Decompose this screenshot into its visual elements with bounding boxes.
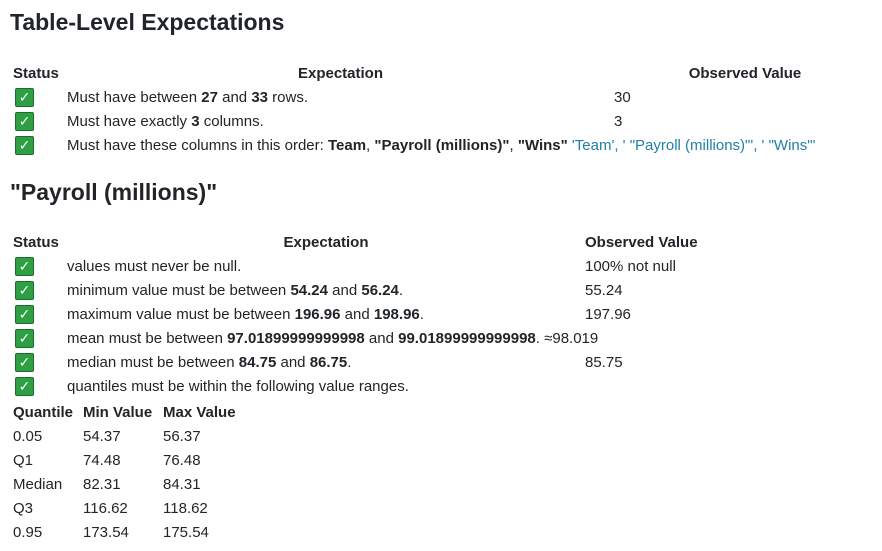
table-row: 0.05 54.37 56.37 [13,424,247,448]
table-row: Median 82.31 84.31 [13,472,247,496]
quantile-ranges-table: Quantile Min Value Max Value 0.05 54.37 … [13,400,247,544]
min-value-cell: 74.48 [83,451,121,469]
observed-value-header: Observed Value [585,233,698,251]
observed-value: 3 [614,112,623,130]
min-value-cell: 173.54 [83,523,129,541]
checkmark-icon: ✓ [15,87,34,107]
table-row: ✓ minimum value must be between 54.24 an… [13,278,785,302]
checkmark-icon: ✓ [15,280,34,300]
section-title-payroll: "Payroll (millions)" [10,179,218,205]
expectation-text: Must have these columns in this order: T… [67,136,816,154]
quantile-header: Quantile [13,403,74,421]
min-value-cell: 54.37 [83,427,121,445]
expectation-text: quantiles must be within the following v… [67,377,409,395]
section-title-table-level: Table-Level Expectations [10,9,285,35]
observed-value: 85.75 [585,353,623,371]
quantile-cell: Q3 [13,499,34,517]
table-row: Q1 74.48 76.48 [13,448,247,472]
table-header-row: Quantile Min Value Max Value [13,400,247,424]
max-value-cell: 175.54 [163,523,209,541]
max-value-cell: 76.48 [163,451,201,469]
checkmark-icon: ✓ [15,376,34,396]
observed-columns-list: 'Team', ' "Payroll (millions)"', ' "Wins… [567,136,816,154]
checkmark-icon: ✓ [15,328,34,348]
expectation-text: maximum value must be between 196.96 and… [67,305,424,323]
expectation-text: minimum value must be between 54.24 and … [67,281,404,299]
table-row: ✓ mean must be between 97.01899999999998… [13,326,785,350]
observed-value: 197.96 [585,305,631,323]
quantile-cell: Q1 [13,451,34,469]
expectation-header: Expectation [283,233,369,251]
max-value-cell: 84.31 [163,475,201,493]
max-value-cell: 56.37 [163,427,201,445]
min-value-cell: 82.31 [83,475,121,493]
payroll-expectations-table: Status Expectation Observed Value ✓ valu… [13,230,785,398]
observed-value: ≈98.019 [539,329,599,347]
expectation-text: values must never be null. [67,257,242,275]
table-row: 0.95 173.54 175.54 [13,520,247,544]
expectation-header: Expectation [297,64,384,82]
status-header: Status [13,233,59,251]
table-row: Q3 116.62 118.62 [13,496,247,520]
min-value-cell: 116.62 [83,499,128,517]
max-value-cell: 118.62 [163,499,208,517]
table-row: ✓ Must have exactly 3 columns. 3 [13,109,876,133]
table-header-row: Status Expectation Observed Value [13,230,785,254]
table-header-row: Status Expectation Observed Value [13,61,876,85]
table-row: ✓ Must have between 27 and 33 rows. 30 [13,85,876,109]
expectation-text: Must have between 27 and 33 rows. [67,88,309,106]
checkmark-icon: ✓ [15,135,34,155]
observed-value-header: Observed Value [688,64,802,82]
table-row: ✓ quantiles must be within the following… [13,374,785,398]
checkmark-icon: ✓ [15,256,34,276]
table-row: ✓ Must have these columns in this order:… [13,133,876,157]
status-header: Status [13,64,59,82]
checkmark-icon: ✓ [15,352,34,372]
table-row: ✓ maximum value must be between 196.96 a… [13,302,785,326]
table-row: ✓ median must be between 84.75 and 86.75… [13,350,785,374]
max-value-header: Max Value [163,403,236,421]
observed-value: 55.24 [585,281,623,299]
observed-value: 100% not null [585,257,676,275]
quantile-cell: 0.95 [13,523,43,541]
checkmark-icon: ✓ [15,304,34,324]
table-level-expectations-table: Status Expectation Observed Value ✓ Must… [13,61,876,157]
table-row: ✓ values must never be null. 100% not nu… [13,254,785,278]
min-value-header: Min Value [83,403,153,421]
expectation-text: mean must be between 97.01899999999998 a… [67,329,599,347]
checkmark-icon: ✓ [15,111,34,131]
expectation-text: median must be between 84.75 and 86.75. [67,353,352,371]
observed-value: 30 [614,88,631,106]
expectation-text: Must have exactly 3 columns. [67,112,264,130]
quantile-cell: 0.05 [13,427,43,445]
quantile-cell: Median [13,475,63,493]
